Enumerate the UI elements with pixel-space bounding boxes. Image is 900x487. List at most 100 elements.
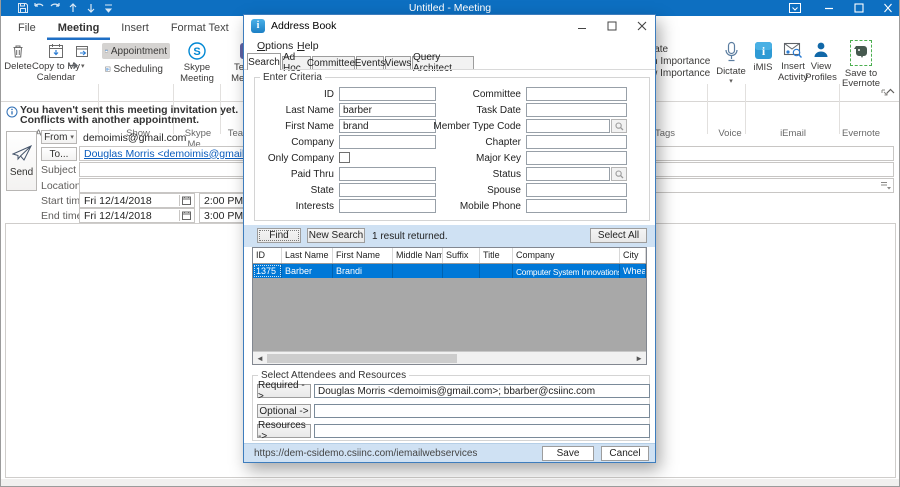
cancel-button[interactable]: Cancel — [601, 446, 649, 461]
tab-insert[interactable]: Insert — [110, 16, 160, 40]
window-title: Untitled - Meeting — [1, 2, 899, 14]
chapter-field[interactable] — [526, 135, 627, 149]
horizontal-scrollbar[interactable]: ◄ ► — [253, 351, 646, 364]
calendar-copy-icon — [48, 43, 65, 59]
iemail-group-label: iEmail — [747, 128, 839, 139]
mobile-phone-field[interactable] — [526, 199, 627, 213]
cell-title — [480, 264, 513, 278]
spouse-field[interactable] — [526, 183, 627, 197]
send-button[interactable]: Send — [6, 131, 37, 191]
start-date-picker-button[interactable] — [179, 195, 193, 206]
scroll-left-arrow[interactable]: ◄ — [256, 353, 264, 364]
paid-thru-label: Paid Thru — [254, 169, 334, 180]
optional-button[interactable]: Optional -> — [257, 404, 311, 418]
tab-file[interactable]: File — [7, 16, 47, 40]
only-company-checkbox[interactable] — [339, 152, 350, 163]
cell-id: 1375 — [253, 264, 282, 278]
column-header-id[interactable]: ID — [253, 248, 282, 263]
select-all-button[interactable]: Select All — [590, 228, 647, 243]
end-date-field[interactable]: Fri 12/14/2018 — [79, 208, 195, 223]
tab-meeting[interactable]: Meeting — [47, 16, 111, 40]
arrow-right-icon — [67, 61, 79, 70]
resources-field[interactable] — [314, 424, 650, 438]
save-to-evernote-button[interactable]: Save to Evernote — [842, 40, 880, 90]
start-date-field[interactable]: Fri 12/14/2018 — [79, 193, 195, 208]
member-type-code-lookup-button[interactable] — [611, 119, 627, 133]
results-grid[interactable]: ID Last Name First Name Middle Name Suff… — [252, 247, 647, 365]
dialog-minimize-button[interactable] — [568, 15, 596, 37]
chapter-label: Chapter — [414, 137, 521, 148]
last-name-label: Last Name — [254, 105, 334, 116]
dialog-tab-search[interactable]: Search — [247, 53, 281, 70]
required-button[interactable]: Required -> — [257, 384, 311, 398]
optional-field[interactable] — [314, 404, 650, 418]
status-lookup-button[interactable] — [611, 167, 627, 181]
group-separator — [839, 84, 840, 134]
view-profiles-button[interactable]: View Profiles — [802, 41, 840, 83]
scrollbar-thumb[interactable] — [267, 354, 457, 363]
end-date-picker-button[interactable] — [179, 210, 193, 221]
dialog-maximize-button[interactable] — [598, 15, 626, 37]
column-header-first-name[interactable]: First Name — [333, 248, 393, 263]
close-window-icon[interactable] — [881, 2, 895, 14]
column-header-title[interactable]: Title — [480, 248, 513, 263]
find-button[interactable]: Find — [257, 228, 301, 243]
forward-dropdown-button[interactable]: ▾ — [67, 61, 85, 70]
forward-icon[interactable] — [75, 44, 90, 59]
send-label: Send — [10, 167, 33, 178]
result-row-selected[interactable]: 1375 Barber Brandi Computer System Innov… — [253, 264, 646, 278]
to-button[interactable]: To... — [41, 147, 77, 161]
column-header-middle-name[interactable]: Middle Name — [393, 248, 443, 263]
committee-label: Committee — [414, 89, 521, 100]
tab-format-text[interactable]: Format Text — [160, 16, 240, 40]
ribbon-display-options-icon[interactable] — [788, 2, 802, 14]
skype-meeting-label: Skype Meeting — [177, 63, 217, 84]
address-book-dialog: i Address Book Options Help Search Ad Ho… — [243, 14, 656, 463]
from-button[interactable]: From▾ — [41, 130, 77, 144]
collapse-ribbon-icon[interactable] — [885, 87, 896, 96]
column-header-suffix[interactable]: Suffix — [443, 248, 480, 263]
member-type-code-field[interactable] — [526, 119, 610, 133]
appointment-button[interactable]: Appointment — [102, 43, 170, 59]
infobar-line2: Conflicts with another appointment. — [20, 114, 199, 126]
column-header-city[interactable]: City — [620, 248, 646, 263]
resources-button[interactable]: Resources -> — [257, 424, 311, 438]
company-label: Company — [254, 137, 334, 148]
maximize-window-icon[interactable] — [852, 2, 866, 14]
dialog-tab-query-architect[interactable]: Query Architect — [412, 56, 474, 69]
dialog-title-bar[interactable]: i Address Book — [244, 15, 655, 37]
save-button[interactable]: Save — [542, 446, 594, 461]
scheduling-label: Scheduling — [114, 64, 163, 75]
task-date-field[interactable] — [526, 103, 627, 117]
cell-last-name: Barber — [282, 264, 333, 278]
committee-field[interactable] — [526, 87, 627, 101]
task-date-label: Task Date — [414, 105, 521, 116]
dialog-close-button[interactable] — [628, 15, 656, 37]
skype-meeting-button[interactable]: S Skype Meeting — [177, 42, 217, 84]
cell-middle-name — [393, 264, 443, 278]
magnifier-icon — [615, 122, 624, 131]
save-to-evernote-label: Save to Evernote — [842, 69, 880, 90]
major-key-field[interactable] — [526, 151, 627, 165]
column-header-last-name[interactable]: Last Name — [282, 248, 333, 263]
magnifier-icon — [615, 170, 624, 179]
dialog-tab-committees[interactable]: Committees — [312, 56, 355, 69]
view-profiles-label: View Profiles — [802, 62, 840, 83]
evernote-selection-border — [850, 40, 872, 66]
dictate-button[interactable]: Dictate ▾ — [711, 41, 751, 85]
menu-help[interactable]: Help — [297, 40, 319, 52]
dialog-tab-views[interactable]: Views — [385, 56, 411, 69]
column-header-company[interactable]: Company — [513, 248, 620, 263]
info-icon — [6, 106, 18, 118]
menu-options[interactable]: Options — [257, 40, 293, 52]
group-separator — [745, 84, 746, 134]
status-field[interactable] — [526, 167, 610, 181]
location-suggestions-icon[interactable] — [880, 181, 891, 190]
dialog-tab-events[interactable]: Events — [356, 56, 384, 69]
required-field[interactable]: Douglas Morris <demoimis@gmail.com>; bba… — [314, 384, 650, 398]
scheduling-button[interactable]: Scheduling — [102, 61, 166, 77]
new-search-button[interactable]: New Search — [307, 228, 365, 243]
minimize-window-icon[interactable] — [822, 2, 836, 14]
chevron-down-icon: ▾ — [81, 62, 85, 70]
scroll-right-arrow[interactable]: ► — [635, 353, 643, 364]
